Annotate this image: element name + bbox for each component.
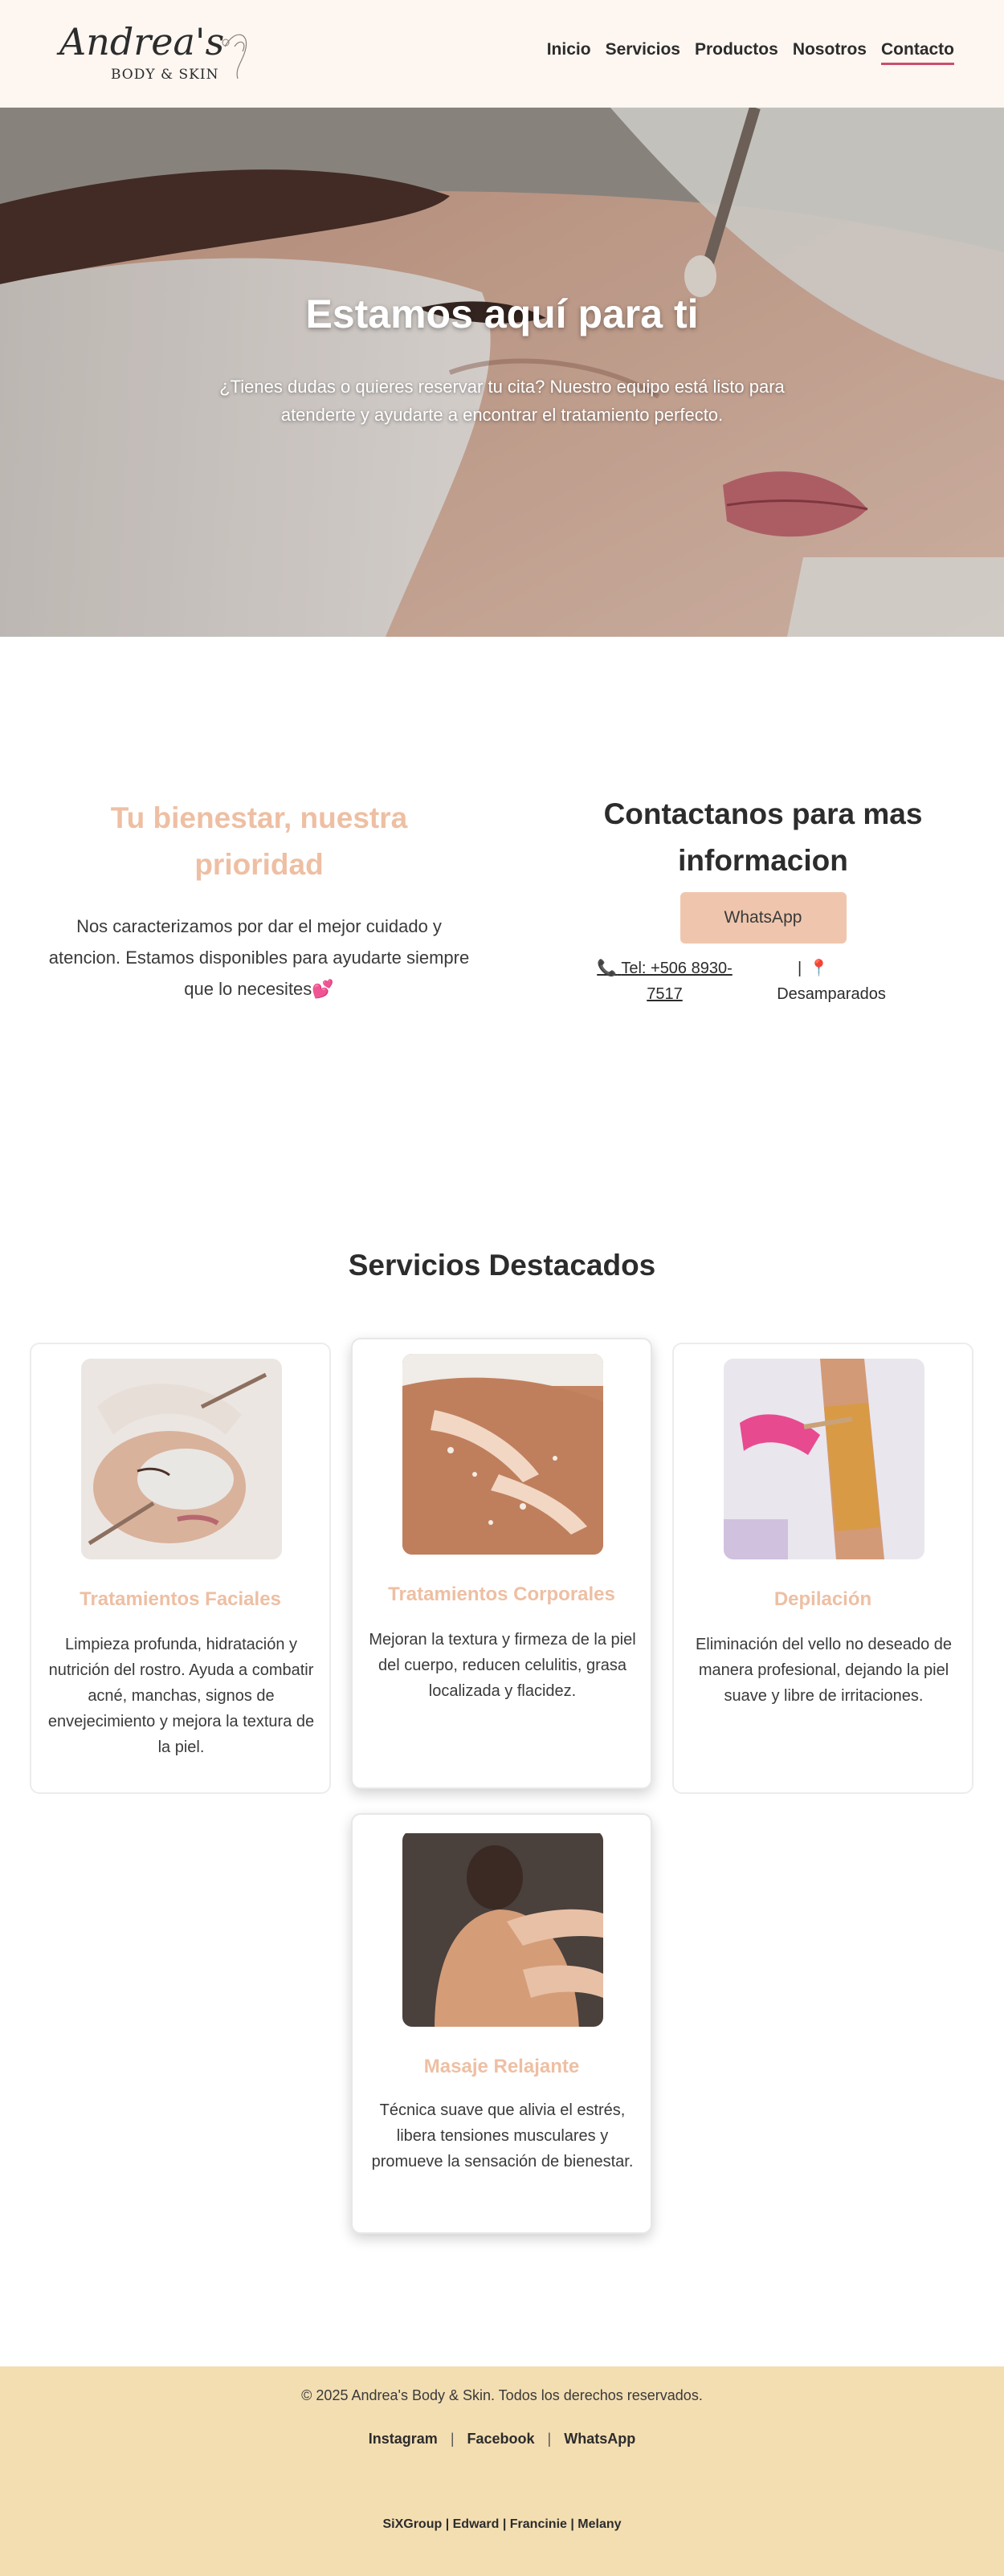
nav-link-inicio[interactable]: Inicio (547, 40, 591, 65)
hair-removal-image (724, 1359, 924, 1559)
footer-link-instagram[interactable]: Instagram (369, 2431, 438, 2447)
brand-logo[interactable]: Andrea's BODY & SKIN (56, 14, 257, 88)
logo-graphic: Andrea's BODY & SKIN (56, 20, 247, 83)
about-title: Tu bienestar, nuestra prioridad (110, 801, 408, 881)
service-card-depilacion[interactable]: Depilación Eliminación del vello no dese… (672, 1343, 973, 1794)
about-text-body: Nos caracterizamos por dar el mejor cuid… (48, 916, 470, 999)
service-image-faciales (81, 1359, 282, 1559)
service-desc-depilacion: Eliminación del vello no deseado de mane… (695, 1636, 953, 1705)
location-pin-icon: 📍 (809, 960, 829, 977)
phone-text: Tel: +506 8930-7517 (621, 960, 733, 1003)
logo-script-text: Andrea's (56, 20, 224, 63)
footer-link-whatsapp[interactable]: WhatsApp (564, 2431, 635, 2447)
footer-link-facebook[interactable]: Facebook (467, 2431, 535, 2447)
location-text: Desamparados (777, 985, 886, 1003)
service-image-masaje (402, 1831, 603, 2027)
about-text: Nos caracterizamos por dar el mejor cuid… (44, 911, 474, 1005)
body-treatment-image (402, 1354, 603, 1555)
main-nav: Inicio Servicios Productos Nosotros Cont… (547, 40, 954, 65)
hero-subtitle: ¿Tienes dudas o quieres reservar tu cita… (219, 377, 785, 425)
service-title-depilacion: Depilación (773, 1588, 872, 1610)
facial-treatment-image (81, 1359, 282, 1559)
services-title: Servicios Destacados (348, 1249, 656, 1282)
heart-icon: 💕 (312, 979, 334, 999)
footer-links: Instagram | Facebook | WhatsApp (0, 2431, 1004, 2448)
contact-title: Contactanos para mas informacion (603, 797, 923, 877)
service-title-masaje: Masaje Relajante (423, 2056, 580, 2077)
service-desc-faciales: Limpieza profunda, hidratación y nutrici… (47, 1636, 315, 1756)
phone-icon: 📞 (597, 960, 618, 977)
service-card-faciales[interactable]: Tratamientos Faciales Limpieza profunda,… (30, 1343, 331, 1794)
footer-credits: SiXGroup | Edward | Francinie | Melany (382, 2517, 622, 2531)
hero-banner: Estamos aquí para ti ¿Tienes dudas o qui… (0, 108, 1004, 637)
nav-link-productos[interactable]: Productos (695, 40, 778, 65)
contact-block: Contactanos para mas informacion WhatsAp… (562, 791, 964, 944)
contact-separator: | (798, 960, 802, 977)
phone-link[interactable]: 📞 Tel: +506 8930-7517 (590, 956, 739, 1007)
footer-separator: | (547, 2431, 552, 2447)
site-header: Andrea's BODY & SKIN Inicio Servicios Pr… (0, 0, 1004, 108)
service-title-faciales: Tratamientos Faciales (80, 1588, 281, 1610)
site-footer: © 2025 Andrea's Body & Skin. Todos los d… (0, 2366, 1004, 2576)
service-title-corporales: Tratamientos Corporales (388, 1584, 615, 1605)
nav-link-nosotros[interactable]: Nosotros (793, 40, 867, 65)
service-image-corporales (402, 1354, 603, 1555)
whatsapp-button[interactable]: WhatsApp (680, 892, 847, 944)
footer-copyright: © 2025 Andrea's Body & Skin. Todos los d… (301, 2387, 703, 2403)
service-desc-masaje: Técnica suave que alivia el estrés, libe… (371, 2101, 634, 2170)
service-image-depilacion (724, 1359, 924, 1559)
footer-separator: | (450, 2431, 455, 2447)
hero-title: Estamos aquí para ti (305, 291, 699, 336)
nav-link-servicios[interactable]: Servicios (606, 40, 680, 65)
logo-subtext: BODY & SKIN (111, 67, 218, 83)
nav-link-contacto[interactable]: Contacto (881, 40, 954, 65)
service-card-corporales[interactable]: Tratamientos Corporales Mejoran la textu… (351, 1338, 652, 1789)
service-desc-corporales: Mejoran la textura y firmeza de la piel … (369, 1631, 636, 1700)
massage-image (402, 1833, 603, 2027)
about-block: Tu bienestar, nuestra prioridad Nos cara… (44, 795, 474, 1005)
service-card-masaje[interactable]: Masaje Relajante Técnica suave que alivi… (351, 1813, 652, 2234)
